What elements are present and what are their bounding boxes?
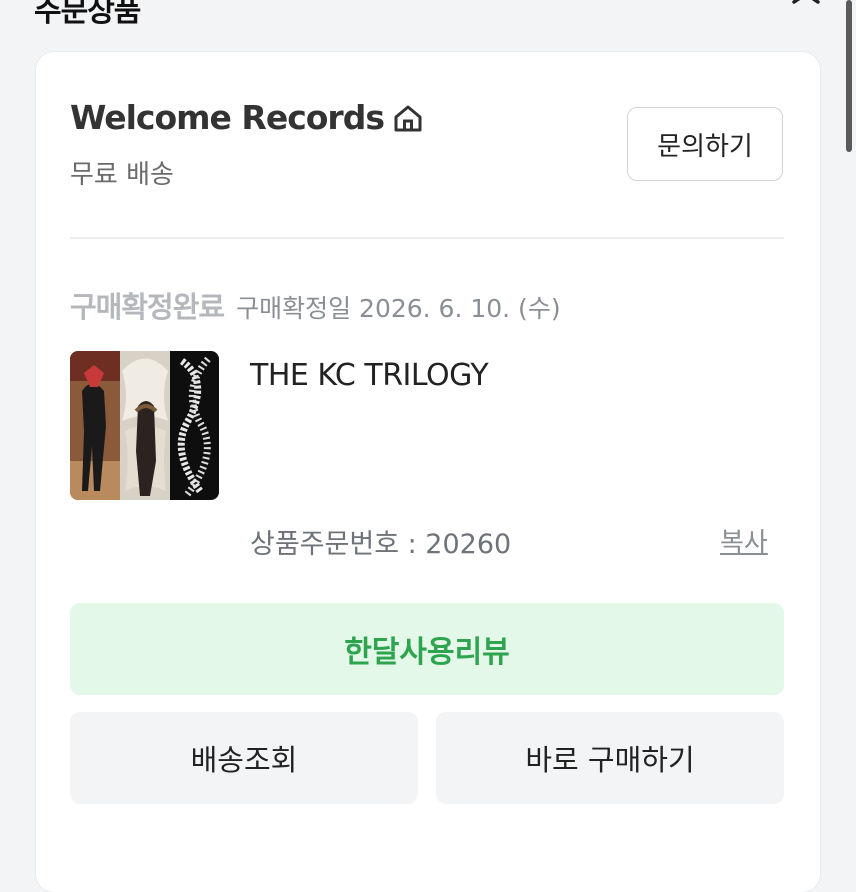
confirm-date: 구매확정일 2026. 6. 10. (수) bbox=[236, 294, 561, 323]
product-title[interactable]: THE KC TRILOGY bbox=[250, 358, 489, 393]
close-button[interactable] bbox=[788, 0, 828, 22]
order-number: 상품주문번호 : 20260 bbox=[250, 529, 512, 560]
shop-name[interactable]: Welcome Records bbox=[70, 98, 385, 137]
copy-order-number-link[interactable]: 복사 bbox=[720, 522, 768, 559]
page-title: 주문상품 bbox=[34, 0, 141, 29]
inquiry-button[interactable]: 문의하기 bbox=[627, 107, 783, 181]
home-icon bbox=[394, 105, 422, 131]
order-status-row: 구매확정완료 구매확정일 2026. 6. 10. (수) bbox=[70, 284, 561, 326]
divider bbox=[70, 237, 784, 239]
track-delivery-button[interactable]: 배송조회 bbox=[70, 712, 418, 804]
buy-again-button[interactable]: 바로 구매하기 bbox=[436, 712, 784, 804]
shipping-info: 무료 배송 bbox=[70, 160, 174, 190]
order-status: 구매확정완료 bbox=[70, 290, 225, 324]
scrollbar[interactable] bbox=[846, 0, 852, 152]
shop-name-row[interactable]: Welcome Records bbox=[70, 98, 424, 137]
order-card: Welcome Records 무료 배송 문의하기 구매확정완료 구매확정일 … bbox=[36, 52, 820, 892]
album-art-image[interactable] bbox=[70, 351, 219, 500]
monthly-review-button[interactable]: 한달사용리뷰 bbox=[70, 603, 784, 695]
product-thumbnail[interactable] bbox=[70, 351, 219, 500]
close-icon[interactable] bbox=[788, 0, 828, 22]
